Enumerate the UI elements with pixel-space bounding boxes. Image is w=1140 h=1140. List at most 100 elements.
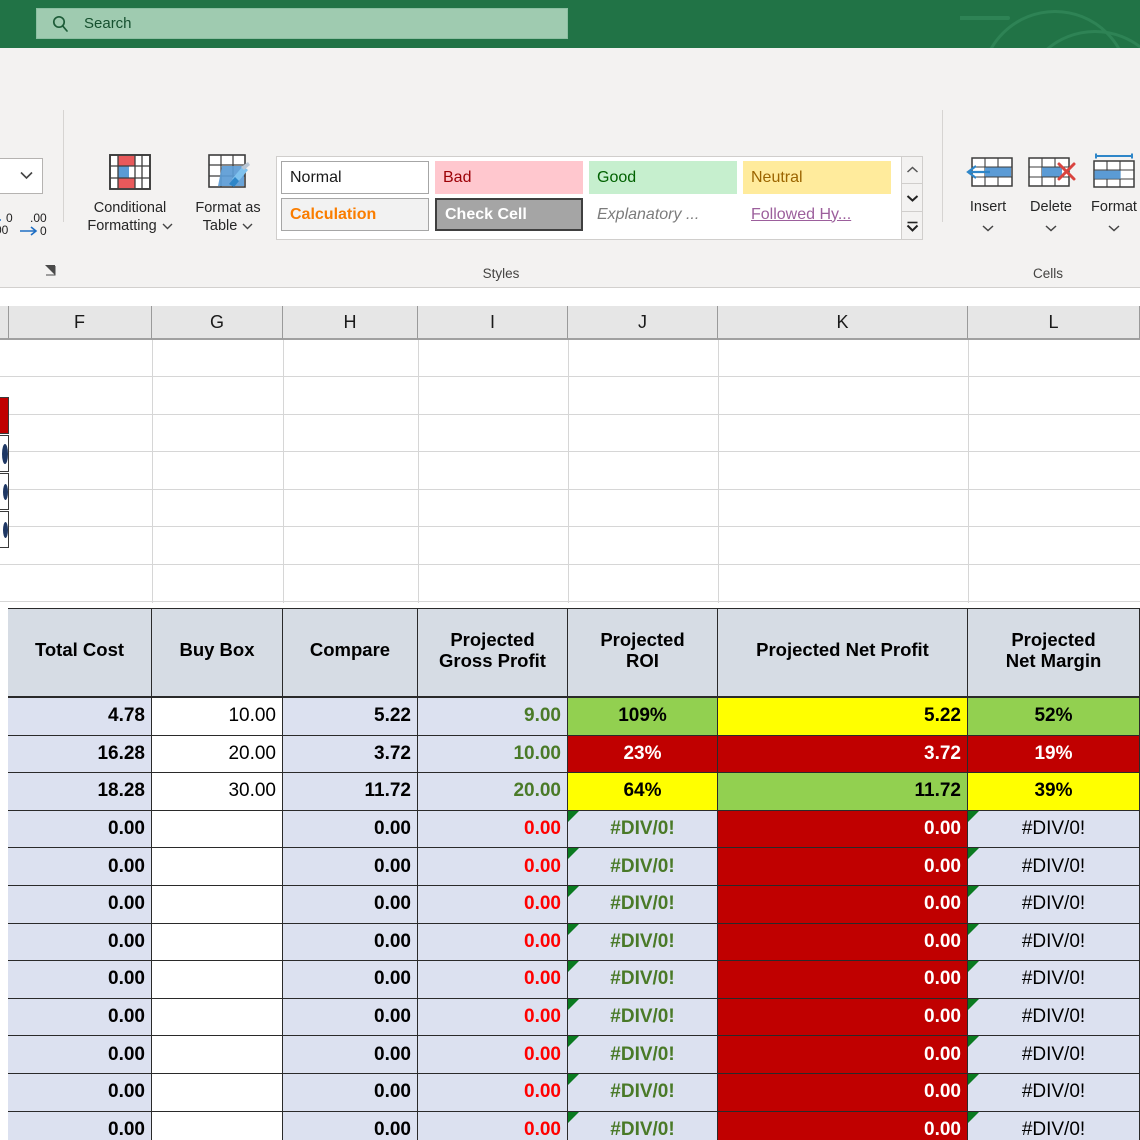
cell-projected-roi[interactable]: #DIV/0! [568,811,718,849]
cell-projected-net-profit[interactable]: 0.00 [718,1036,968,1074]
cell-gross-profit[interactable]: 0.00 [418,811,568,849]
cell-projected-roi[interactable]: #DIV/0! [568,999,718,1037]
cell-buy-box[interactable] [152,848,283,886]
cell-projected-roi[interactable]: 64% [568,773,718,811]
table-row[interactable]: 4.7810.005.229.00109%5.2252% [8,698,1140,736]
table-row[interactable]: 0.000.000.00#DIV/0!0.00#DIV/0! [8,1036,1140,1074]
increase-decimal-button[interactable]: .00 0 [18,206,62,240]
cell-buy-box[interactable]: 10.00 [152,698,283,736]
cell-compare[interactable]: 5.22 [283,698,418,736]
cell-projected-roi[interactable]: 23% [568,736,718,774]
cell-compare[interactable]: 0.00 [283,1112,418,1140]
table-row[interactable]: 16.2820.003.7210.0023%3.7219% [8,736,1140,774]
table-row[interactable]: 0.000.000.00#DIV/0!0.00#DIV/0! [8,1112,1140,1140]
cell-total-cost[interactable]: 0.00 [8,1036,152,1074]
format-as-table-button[interactable]: Format as Table [182,148,274,252]
empty-grid-row[interactable] [0,378,1140,415]
cell-buy-box[interactable] [152,999,283,1037]
cell-style-calculation[interactable]: Calculation [281,198,429,231]
cell-total-cost[interactable]: 0.00 [8,1074,152,1112]
cell-total-cost[interactable]: 0.00 [8,924,152,962]
cell-compare[interactable]: 0.00 [283,1036,418,1074]
column-header-j[interactable]: J [568,306,718,340]
table-row[interactable]: 18.2830.0011.7220.0064%11.7239% [8,773,1140,811]
table-header-cell[interactable]: Projected Net Profit [718,608,968,698]
cell-projected-net-margin[interactable]: #DIV/0! [968,848,1140,886]
number-dialog-launcher[interactable] [42,262,58,278]
cell-buy-box[interactable] [152,886,283,924]
cell-projected-net-profit[interactable]: 11.72 [718,773,968,811]
cell-projected-roi[interactable]: #DIV/0! [568,924,718,962]
cell-projected-net-margin[interactable]: #DIV/0! [968,886,1140,924]
cell-style-bad[interactable]: Bad [435,161,583,194]
cell-compare[interactable]: 0.00 [283,848,418,886]
cell-buy-box[interactable] [152,811,283,849]
cell-compare[interactable]: 0.00 [283,961,418,999]
cell-compare[interactable]: 0.00 [283,811,418,849]
cell-projected-roi[interactable]: #DIV/0! [568,886,718,924]
cell-style-explanatory[interactable]: Explanatory ... [589,198,737,231]
cell-projected-net-margin[interactable]: #DIV/0! [968,1074,1140,1112]
cell-projected-net-profit[interactable]: 0.00 [718,961,968,999]
table-header-cell[interactable]: Buy Box [152,608,283,698]
table-header-cell[interactable]: Compare [283,608,418,698]
styles-gallery-scrollbar[interactable] [901,156,923,240]
cell-gross-profit[interactable]: 0.00 [418,924,568,962]
column-header-h[interactable]: H [283,306,418,340]
table-row[interactable]: 0.000.000.00#DIV/0!0.00#DIV/0! [8,1074,1140,1112]
cell-style-check-cell[interactable]: Check Cell [435,198,583,231]
column-header-i[interactable]: I [418,306,568,340]
cell-gross-profit[interactable]: 0.00 [418,1036,568,1074]
cell-compare[interactable]: 0.00 [283,999,418,1037]
cell-total-cost[interactable]: 0.00 [8,961,152,999]
cell-projected-roi[interactable]: #DIV/0! [568,1112,718,1140]
cell-projected-net-margin[interactable]: #DIV/0! [968,1112,1140,1140]
cell-projected-net-profit[interactable]: 0.00 [718,999,968,1037]
cell-style-followed-hyperlink[interactable]: Followed Hy... [743,198,891,231]
empty-grid-row[interactable] [0,565,1140,602]
cell-projected-net-margin[interactable]: #DIV/0! [968,811,1140,849]
table-header-cell[interactable]: ProjectedNet Margin [968,608,1140,698]
cell-projected-net-margin[interactable]: 39% [968,773,1140,811]
cell-compare[interactable]: 0.00 [283,1074,418,1112]
cell-compare[interactable]: 0.00 [283,924,418,962]
spreadsheet-grid[interactable]: Total CostBuy BoxCompareProjectedGross P… [0,340,1140,1140]
cell-buy-box[interactable] [152,1112,283,1140]
cell-gross-profit[interactable]: 0.00 [418,886,568,924]
table-header-cell[interactable]: Total Cost [8,608,152,698]
cell-projected-roi[interactable]: #DIV/0! [568,961,718,999]
cell-buy-box[interactable] [152,1074,283,1112]
cell-gross-profit[interactable]: 0.00 [418,1112,568,1140]
cell-projected-net-profit[interactable]: 0.00 [718,924,968,962]
table-row[interactable]: 0.000.000.00#DIV/0!0.00#DIV/0! [8,848,1140,886]
scroll-down-icon[interactable] [902,185,922,212]
cell-fragment-3[interactable] [0,511,9,548]
cell-styles-gallery[interactable]: Normal Bad Good Neutral Calculation Chec… [276,156,908,240]
more-styles-icon[interactable] [902,213,922,240]
cell-projected-net-profit[interactable]: 0.00 [718,811,968,849]
cell-projected-net-margin[interactable]: #DIV/0! [968,961,1140,999]
table-header-cell[interactable]: ProjectedGross Profit [418,608,568,698]
cell-total-cost[interactable]: 0.00 [8,886,152,924]
cell-gross-profit[interactable]: 0.00 [418,1074,568,1112]
column-header-k[interactable]: K [718,306,968,340]
cell-total-cost[interactable]: 0.00 [8,1112,152,1140]
cell-projected-roi[interactable]: 109% [568,698,718,736]
cell-total-cost[interactable]: 16.28 [8,736,152,774]
cell-projected-roi[interactable]: #DIV/0! [568,848,718,886]
delete-cells-button[interactable]: Delete [1018,148,1084,252]
cell-projected-net-profit[interactable]: 0.00 [718,886,968,924]
column-header-l[interactable]: L [968,306,1140,340]
cell-compare[interactable]: 11.72 [283,773,418,811]
empty-grid-row[interactable] [0,490,1140,527]
cell-projected-net-margin[interactable]: #DIV/0! [968,924,1140,962]
empty-grid-row[interactable] [0,415,1140,452]
cell-projected-net-profit[interactable]: 0.00 [718,848,968,886]
cell-buy-box[interactable]: 20.00 [152,736,283,774]
table-row[interactable]: 0.000.000.00#DIV/0!0.00#DIV/0! [8,811,1140,849]
insert-cells-button[interactable]: Insert [955,148,1021,252]
cell-total-cost[interactable]: 0.00 [8,811,152,849]
cell-style-neutral[interactable]: Neutral [743,161,891,194]
cell-compare[interactable]: 0.00 [283,886,418,924]
table-row[interactable]: 0.000.000.00#DIV/0!0.00#DIV/0! [8,999,1140,1037]
